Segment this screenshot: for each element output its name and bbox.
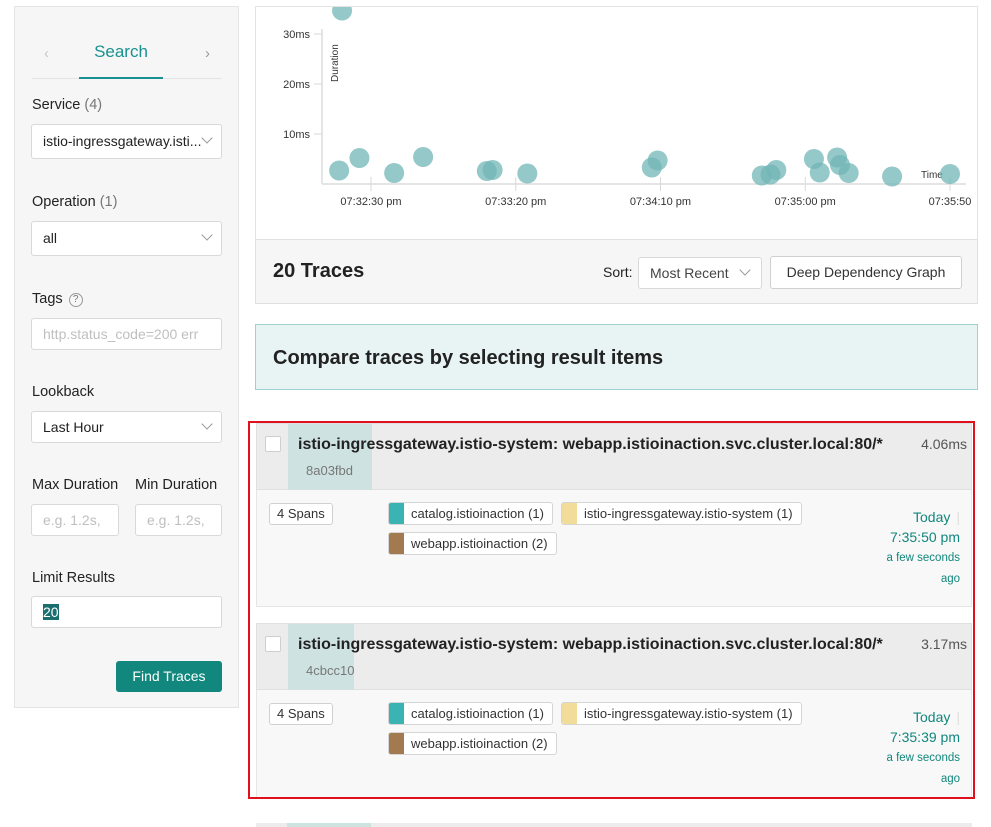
operation-label-text: Operation [32, 194, 96, 210]
trace-point[interactable] [517, 163, 538, 184]
operation-select[interactable]: all [31, 221, 222, 256]
service-count: (4) [84, 97, 103, 113]
chevron-down-icon [201, 418, 213, 430]
max-duration-label: Max Duration [32, 477, 119, 493]
chevron-down-icon [739, 264, 751, 276]
tags-label-text: Tags [32, 291, 63, 307]
sort-select-value: Most Recent [650, 265, 729, 281]
sort-label: Sort: [603, 264, 633, 280]
compare-banner: Compare traces by selecting result items [255, 324, 978, 390]
max-duration-placeholder: e.g. 1.2s, [43, 512, 101, 528]
y-tick-label: 30ms [283, 29, 310, 41]
trace-point[interactable] [332, 7, 353, 21]
deep-dependency-graph-button[interactable]: Deep Dependency Graph [770, 256, 962, 289]
highlight-box [248, 421, 975, 799]
y-tick-label: 20ms [283, 79, 310, 91]
help-icon[interactable]: ? [68, 293, 83, 307]
min-duration-input[interactable]: e.g. 1.2s, [135, 504, 222, 536]
x-tick-label: 07:33:20 pm [485, 196, 546, 208]
service-label: Service (4) [32, 97, 102, 113]
x-tick-label: 07:35:50 [929, 196, 972, 208]
tab-search[interactable]: Search [79, 37, 163, 79]
x-axis-label: Time [921, 170, 943, 181]
limit-results-label: Limit Results [32, 570, 115, 586]
trace-point[interactable] [482, 160, 503, 180]
trace-duration-bar [287, 823, 371, 827]
x-tick-label: 07:35:00 pm [775, 196, 836, 208]
trace-point[interactable] [647, 150, 668, 171]
trace-point[interactable] [940, 164, 960, 184]
trace-point[interactable] [766, 160, 787, 180]
trace-point[interactable] [809, 162, 830, 183]
trace-point[interactable] [329, 160, 350, 181]
service-select-value: istio-ingressgateway.isti... [43, 133, 202, 149]
x-tick-label: 07:32:30 pm [340, 196, 401, 208]
service-label-text: Service [32, 97, 81, 113]
max-duration-input[interactable]: e.g. 1.2s, [31, 504, 119, 536]
trace-item-partial[interactable] [256, 823, 972, 827]
y-axis-label: Duration [330, 44, 341, 82]
limit-results-value: 20 [43, 604, 59, 620]
operation-select-value: all [43, 230, 58, 246]
limit-results-input[interactable]: 20 [31, 596, 222, 628]
min-duration-placeholder: e.g. 1.2s, [147, 512, 205, 528]
operation-label: Operation (1) [32, 194, 117, 210]
results-count: 20 Traces [273, 260, 365, 282]
min-duration-label: Min Duration [135, 477, 218, 493]
tab-prev-icon[interactable]: ‹ [44, 45, 49, 62]
find-traces-button[interactable]: Find Traces [116, 661, 222, 692]
operation-count: (1) [99, 194, 118, 210]
scatter-svg: 10ms 20ms 30ms 07:32:30 pm 07:33:20 pm 07:34… [283, 7, 972, 208]
sort-select[interactable]: Most Recent [638, 257, 762, 289]
tags-input[interactable]: http.status_code=200 err [31, 318, 222, 350]
results-header: 20 Traces Sort: Most Recent Deep Depende… [255, 239, 978, 304]
chevron-down-icon [201, 229, 213, 241]
sidebar-tabs: ‹ Search › [32, 37, 222, 79]
y-tick-label: 10ms [283, 129, 310, 141]
tab-next-icon[interactable]: › [205, 45, 210, 62]
tags-placeholder: http.status_code=200 err [43, 326, 199, 342]
trace-point[interactable] [349, 148, 370, 168]
x-tick-label: 07:34:10 pm [630, 196, 691, 208]
tags-label: Tags ? [32, 291, 83, 307]
trace-point[interactable] [413, 147, 434, 167]
lookback-label: Lookback [32, 384, 95, 400]
duration-scatter-plot: 10ms 20ms 30ms 07:32:30 pm 07:33:20 pm 07:34… [255, 6, 978, 239]
lookback-select-value: Last Hour [43, 419, 104, 435]
lookback-select[interactable]: Last Hour [31, 411, 222, 443]
search-sidebar: ‹ Search › Service (4) istio-ingressgate… [14, 6, 239, 708]
trace-point[interactable] [838, 163, 859, 183]
trace-point[interactable] [384, 163, 405, 183]
trace-point[interactable] [882, 166, 903, 187]
compare-text: Compare traces by selecting result items [273, 347, 664, 369]
service-select[interactable]: istio-ingressgateway.isti... [31, 124, 222, 159]
chevron-down-icon [201, 132, 213, 144]
